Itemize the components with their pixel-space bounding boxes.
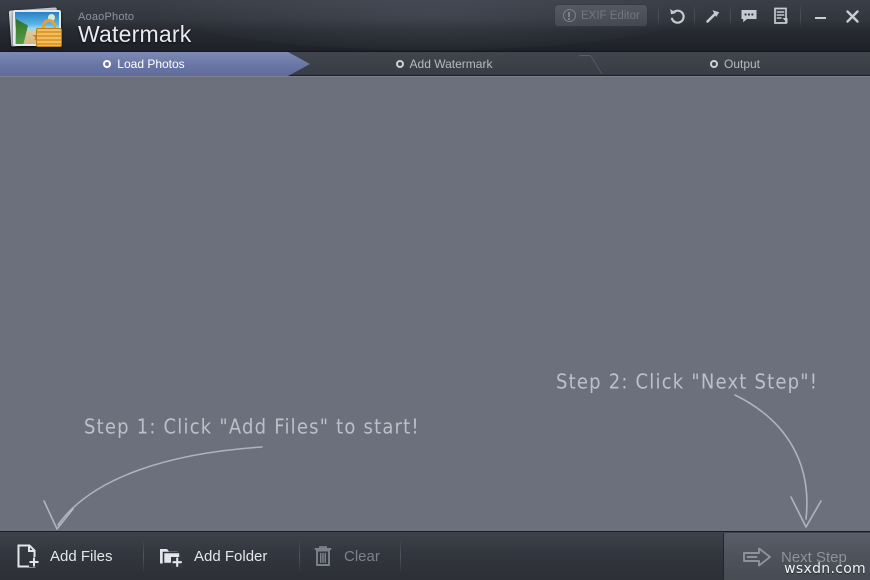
step-arrow-divider (576, 52, 598, 76)
arrow-right-icon (743, 547, 771, 567)
register-button[interactable] (764, 3, 798, 29)
photo-list-canvas[interactable]: Step 1: Click "Add Files" to start! Step… (0, 76, 870, 531)
step-circle-icon (103, 60, 112, 68)
add-files-label: Add Files (50, 547, 113, 565)
minimize-button[interactable] (806, 3, 834, 29)
palm-icon (16, 19, 28, 44)
step-label: Load Photos (117, 57, 185, 71)
trash-icon (314, 546, 332, 566)
app-logo (8, 5, 70, 49)
minimize-icon (815, 17, 826, 19)
clear-button[interactable]: Clear (312, 532, 380, 580)
document-register-icon (774, 7, 788, 24)
app-title: Watermark (78, 21, 192, 47)
bottom-divider (143, 541, 144, 572)
lock-body-icon (36, 28, 62, 47)
app-window: AoaoPhoto Watermark EXIF Editor Load Pho… (0, 0, 870, 580)
site-watermark: wsxdn.com (784, 561, 866, 577)
add-files-button[interactable]: Add Files (14, 532, 113, 580)
undo-arrow-icon (670, 9, 685, 24)
feedback-button[interactable] (732, 3, 766, 29)
step-label: Output (723, 57, 761, 71)
exif-editor-button[interactable]: EXIF Editor (554, 4, 648, 27)
bottom-divider (299, 541, 300, 572)
toolbar-divider (694, 5, 695, 27)
close-icon (845, 9, 859, 23)
hint-arrow-to-add-files (57, 446, 263, 526)
speech-bubble-icon (741, 10, 757, 23)
hint-arrow-to-next-step (734, 394, 808, 520)
toolbar-divider (658, 5, 659, 27)
step-load-photos[interactable]: Load Photos (0, 52, 288, 76)
clear-label: Clear (344, 547, 380, 565)
toolbar-divider (730, 5, 731, 27)
add-folder-label: Add Folder (194, 547, 268, 565)
info-circle-icon (563, 9, 576, 22)
exif-editor-label: EXIF Editor (581, 9, 640, 22)
close-button[interactable] (838, 3, 866, 29)
add-folder-button[interactable]: Add Folder (158, 532, 267, 580)
title-bar: AoaoPhoto Watermark EXIF Editor (0, 0, 870, 52)
step-output[interactable]: Output (600, 52, 870, 76)
step-circle-icon (395, 60, 404, 68)
tools-button[interactable] (696, 3, 730, 29)
step-arrow-active (288, 52, 310, 76)
undo-button[interactable] (660, 3, 694, 29)
step-circle-icon (709, 60, 718, 68)
wrench-icon (706, 10, 720, 23)
file-plus-icon (17, 544, 39, 568)
step-bar: Load Photos Add Watermark Output (0, 52, 870, 76)
toolbar-divider (800, 5, 801, 27)
step-label: Add Watermark (409, 57, 493, 71)
folder-plus-icon (160, 549, 183, 568)
bottom-toolbar: Add Files Add Folder Clear Next Step (0, 531, 870, 580)
bottom-divider (400, 541, 401, 572)
hint-arrows (43, 394, 822, 530)
step-add-watermark[interactable]: Add Watermark (310, 52, 578, 76)
lock-icon (36, 19, 62, 47)
